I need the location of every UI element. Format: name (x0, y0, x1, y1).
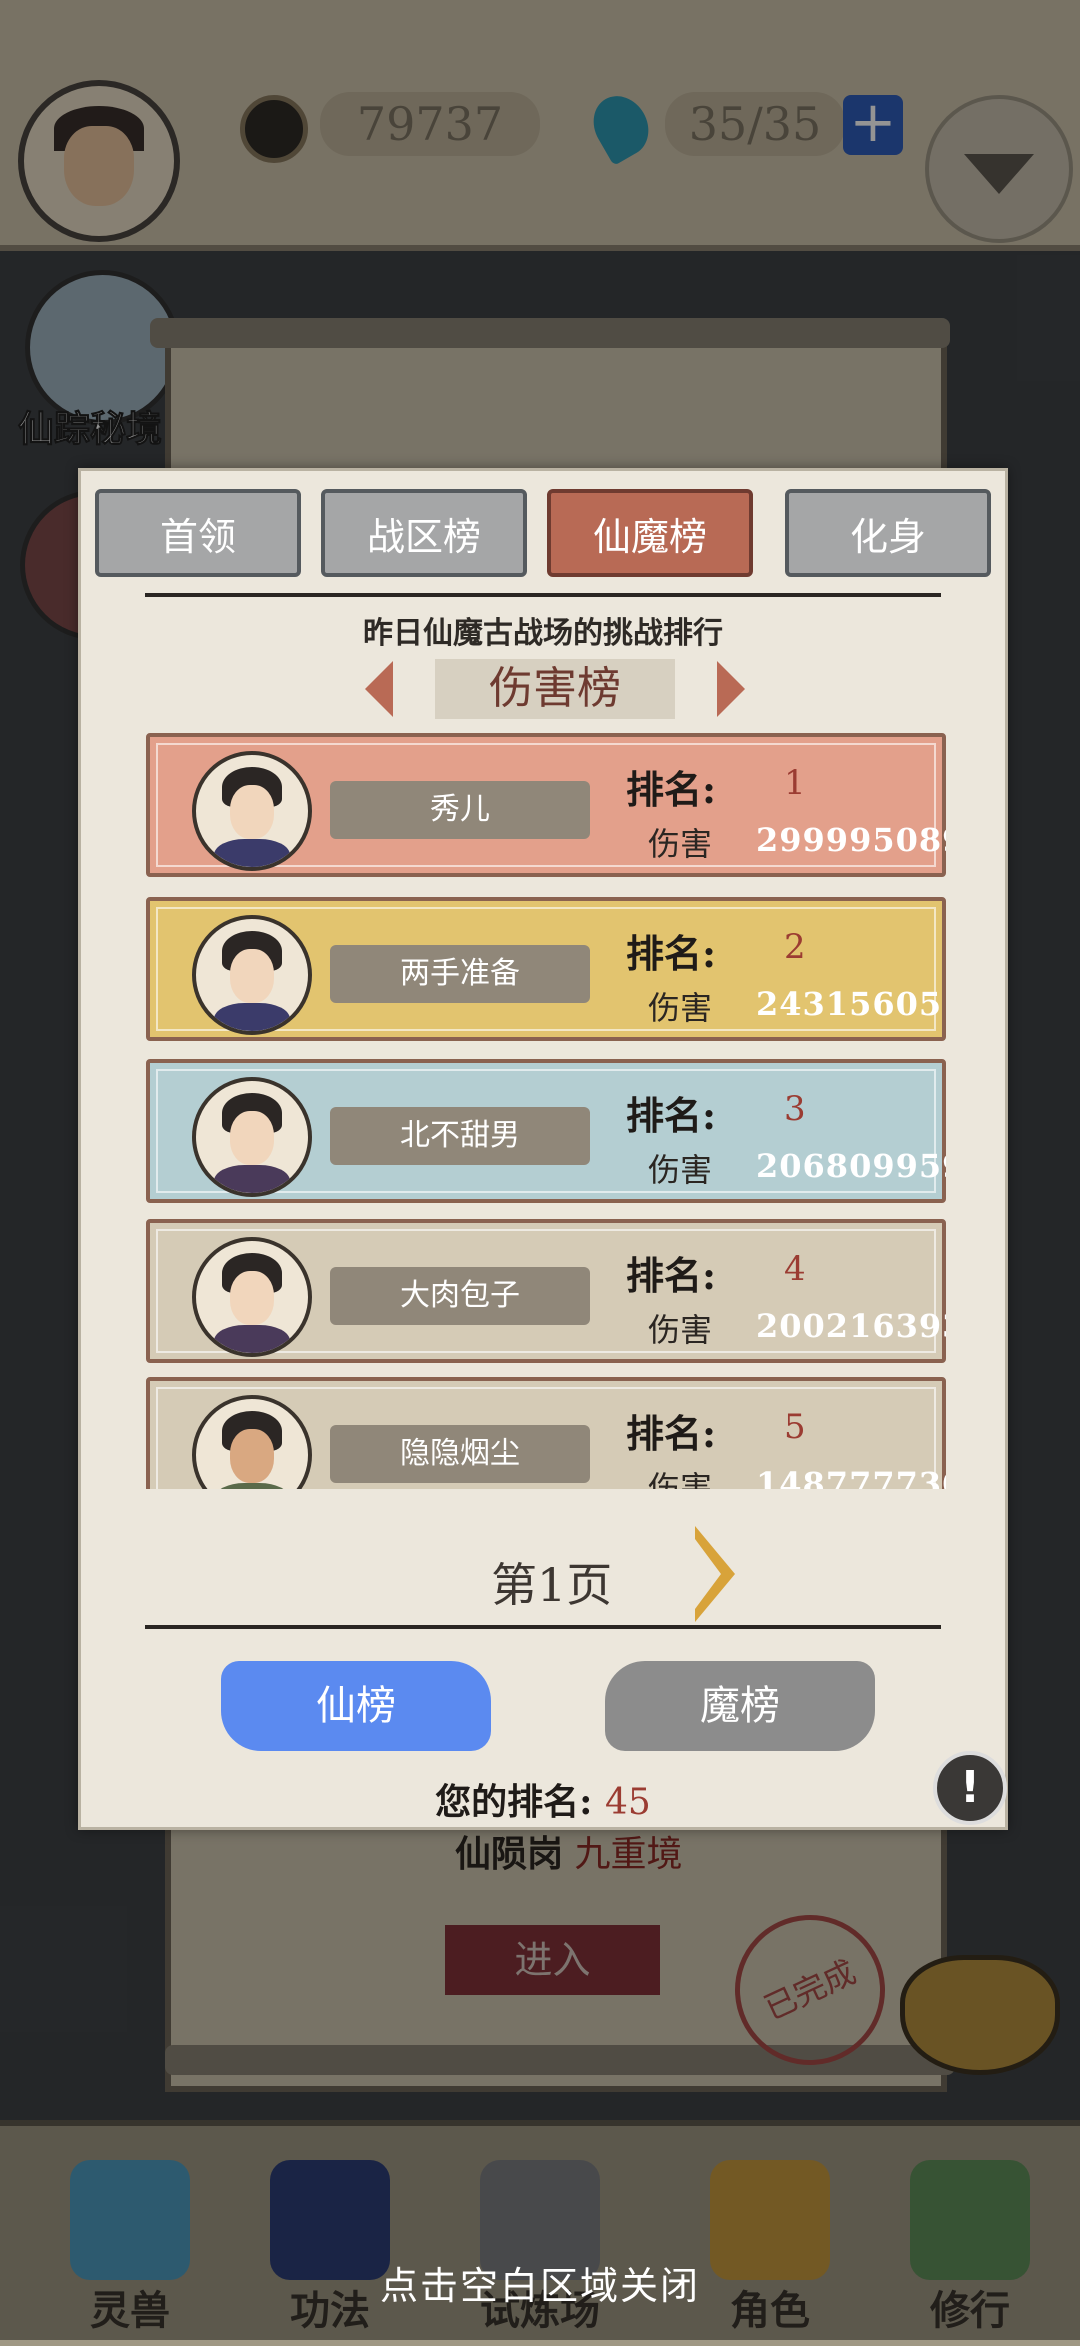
prev-board-arrow-icon[interactable] (365, 661, 393, 717)
rank-label: 排名: (626, 1411, 717, 1456)
rank-value: 1 (784, 763, 806, 803)
player-name: 隐隐烟尘 (330, 1425, 590, 1483)
tab-boss[interactable]: 首领 (95, 489, 301, 577)
divider (145, 593, 941, 597)
rank-label: 排名: (626, 931, 717, 976)
avatar-body (214, 1483, 290, 1489)
player-avatar[interactable] (192, 915, 312, 1035)
damage-value: 299995089 (756, 821, 946, 859)
demon-ranking-button[interactable]: 魔榜 (605, 1661, 875, 1751)
player-avatar[interactable] (192, 1077, 312, 1197)
next-page-arrow-inner (695, 1539, 721, 1609)
board-title: 伤害榜 (435, 659, 675, 719)
rank-label: 排名: (626, 1093, 717, 1138)
damage-value: 148777730 (756, 1465, 946, 1489)
ranking-row: 秀儿 排名: 1 伤害 299995089 (146, 733, 946, 877)
damage-value: 206809959 (756, 1147, 946, 1185)
player-avatar[interactable] (192, 1237, 312, 1357)
avatar-face (230, 1111, 274, 1165)
my-rank: 您的排名: 45 (81, 1773, 1005, 1825)
damage-value: 243156051 (756, 985, 946, 1023)
rank-label: 排名: (626, 767, 717, 812)
avatar-face (230, 785, 274, 839)
avatar-body (214, 839, 290, 867)
divider (145, 1625, 941, 1629)
damage-label: 伤害 (648, 1151, 713, 1189)
page-indicator: 第1页 (491, 1558, 613, 1612)
ranking-row: 两手准备 排名: 2 伤害 243156051 (146, 897, 946, 1041)
close-hint: 点击空白区域关闭 (379, 2264, 700, 2308)
ranking-row: 隐隐烟尘 排名: 5 伤害 148777730 (146, 1377, 946, 1489)
tab-immortal-demon-ranking[interactable]: 仙魔榜 (547, 489, 753, 577)
ranking-list[interactable]: 秀儿 排名: 1 伤害 299995089 两手准备 排名: 2 伤害 2431… (146, 733, 946, 1489)
ranking-row: 北不甜男 排名: 3 伤害 206809959 (146, 1059, 946, 1203)
avatar-body (214, 1003, 290, 1031)
tab-zone-ranking[interactable]: 战区榜 (321, 489, 527, 577)
damage-value: 200216393 (756, 1307, 946, 1345)
avatar-body (214, 1325, 290, 1353)
tab-avatar[interactable]: 化身 (785, 489, 991, 577)
avatar-body (214, 1165, 290, 1193)
player-name: 北不甜男 (330, 1107, 590, 1165)
player-avatar[interactable] (192, 751, 312, 871)
my-rank-value: 45 (605, 1782, 651, 1823)
damage-label: 伤害 (648, 1311, 713, 1349)
player-name: 大肉包子 (330, 1267, 590, 1325)
damage-label: 伤害 (648, 825, 713, 863)
rank-value: 5 (784, 1407, 806, 1447)
ranking-subtitle: 昨日仙魔古战场的挑战排行 (363, 616, 723, 651)
immortal-ranking-button[interactable]: 仙榜 (221, 1661, 491, 1751)
avatar-face (230, 1271, 274, 1325)
player-name: 秀儿 (330, 781, 590, 839)
rank-value: 3 (784, 1089, 806, 1129)
rank-value: 4 (784, 1249, 806, 1289)
damage-label: 伤害 (648, 1469, 713, 1489)
leaderboard-modal: 首领 战区榜 仙魔榜 化身 昨日仙魔古战场的挑战排行 伤害榜 秀儿 排名: 1 … (78, 468, 1008, 1830)
player-name: 两手准备 (330, 945, 590, 1003)
next-board-arrow-icon[interactable] (717, 661, 745, 717)
damage-label: 伤害 (648, 989, 713, 1027)
rank-value: 2 (784, 927, 806, 967)
avatar-face (230, 949, 274, 1003)
ranking-row: 大肉包子 排名: 4 伤害 200216393 (146, 1219, 946, 1363)
rank-label: 排名: (626, 1253, 717, 1298)
avatar-face (230, 1429, 274, 1483)
my-rank-label: 您的排名: (435, 1781, 593, 1823)
info-icon[interactable]: ! (933, 1751, 1007, 1825)
